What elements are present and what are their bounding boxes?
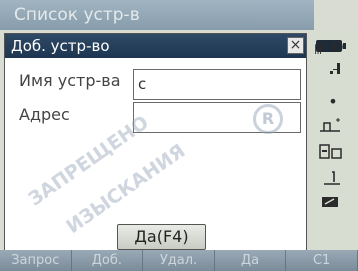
tilt-compensator-icon: [319, 144, 342, 159]
registered-mark-icon: R: [253, 104, 283, 134]
measure-point-icon: •: [328, 92, 338, 111]
softkey-yes[interactable]: Да: [215, 250, 287, 271]
prism-target-icon: [320, 118, 340, 132]
input-mode-icon: [322, 197, 338, 207]
signal-level-icon: [330, 63, 340, 74]
background-window-title: Список устр-в: [0, 0, 314, 30]
device-name-field[interactable]: c: [133, 69, 301, 100]
status-mode-letter: O: [332, 40, 344, 56]
softkey-query[interactable]: Запрос: [0, 250, 72, 271]
add-device-dialog: Доб. устр-во × Имя устр-ва c Адрес: [4, 33, 307, 251]
bluetooth-icon: ⊪: [314, 42, 327, 58]
softkey-page[interactable]: С1: [286, 250, 358, 271]
device-name-label: Имя устр-ва: [19, 71, 121, 90]
address-label: Адрес: [19, 105, 70, 124]
page-number-icon: [324, 171, 340, 185]
softkey-delete[interactable]: Удал.: [143, 250, 215, 271]
softkey-bar: Запрос Доб. Удал. Да С1: [0, 250, 358, 271]
softkey-add[interactable]: Доб.: [72, 250, 144, 271]
close-button[interactable]: ×: [287, 37, 304, 54]
ok-f4-button[interactable]: Да(F4): [117, 224, 206, 250]
dialog-title: Доб. устр-во: [5, 34, 306, 58]
